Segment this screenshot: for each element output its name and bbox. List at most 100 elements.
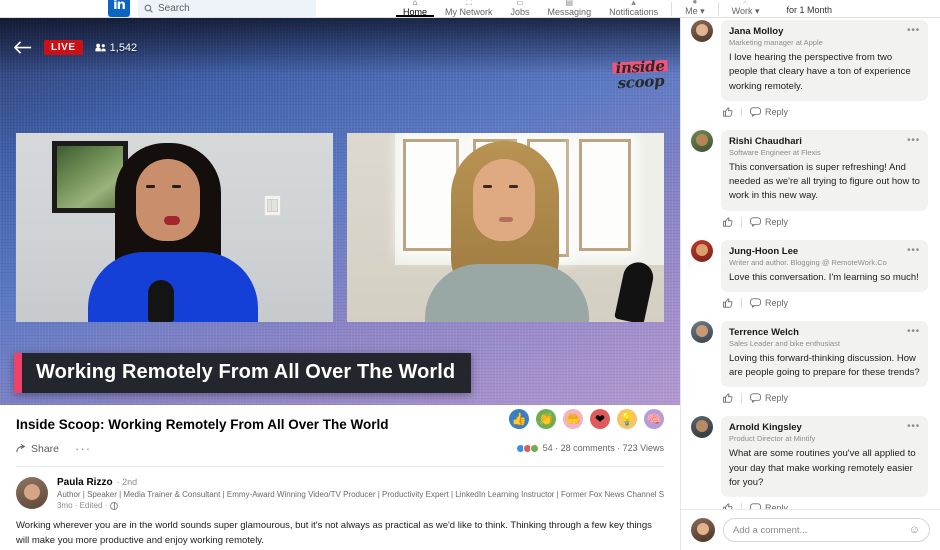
reply-icon <box>750 107 761 117</box>
comment-like-button[interactable] <box>723 216 733 227</box>
reaction-love-button[interactable]: ❤ <box>590 409 610 429</box>
post-more-menu[interactable]: ··· <box>75 441 91 456</box>
nav-item-my-network[interactable]: ⛶ My Network <box>436 0 502 17</box>
reply-label: Reply <box>765 106 789 117</box>
list-item: Jung-Hoon Lee ••• Writer and author. Blo… <box>691 239 928 308</box>
light-switch <box>264 195 281 216</box>
reply-label: Reply <box>765 393 789 404</box>
speaker-eye-right <box>509 185 518 188</box>
comment-author-subtitle: Sales Leader and bike enthusiast <box>729 338 840 348</box>
nav-item-me[interactable]: ● Me ▾ <box>676 0 714 17</box>
avatar[interactable] <box>691 129 713 152</box>
post-body-text: Working wherever you are in the world so… <box>16 520 652 546</box>
brand-line-2: scoop <box>617 71 665 93</box>
speaker-tiles <box>0 133 680 322</box>
reply-icon <box>750 298 761 308</box>
comment-bubble: Terrence Welch ••• Sales Leader and bike… <box>721 320 928 388</box>
speaker-eye-left <box>146 185 155 188</box>
nav-promo-text[interactable]: for 1 Month <box>787 5 833 17</box>
comment-author-name[interactable]: Jung-Hoon Lee <box>729 246 798 257</box>
reaction-like-button[interactable]: 👍 <box>509 409 529 429</box>
comment-like-button[interactable] <box>723 298 733 308</box>
comment-author-name[interactable]: Jana Molloy <box>729 26 783 37</box>
search-input[interactable]: Search <box>138 0 316 17</box>
speaker-torso <box>425 264 589 322</box>
linkedin-logo[interactable]: in <box>108 0 130 17</box>
action-divider <box>741 393 742 404</box>
avatar[interactable] <box>691 416 713 439</box>
comment-author-subtitle: Product Director at Mintify <box>729 434 816 444</box>
nav-items: ⌂ Home ⛶ My Network ▭ Jobs ▤ Messaging ▲… <box>394 0 832 17</box>
comment-more-menu[interactable]: ••• <box>907 326 920 337</box>
globe-icon <box>110 501 119 510</box>
action-divider <box>741 297 742 308</box>
comment-more-menu[interactable]: ••• <box>907 422 920 432</box>
add-comment-input[interactable]: Add a comment... ☺ <box>723 518 930 542</box>
network-icon: ⛶ <box>465 0 472 7</box>
comments-list[interactable]: Jana Molloy ••• Marketing manager at App… <box>681 0 940 509</box>
comment-reply-button[interactable]: Reply <box>750 393 788 403</box>
video-player[interactable]: LIVE 1,542 inside scoop Working Remotely… <box>0 18 680 405</box>
nav-item-messaging[interactable]: ▤ Messaging <box>539 0 601 17</box>
comment-reply-button[interactable]: Reply <box>750 298 788 308</box>
thumbs-up-icon <box>723 216 733 227</box>
reply-label: Reply <box>765 297 789 308</box>
comment-bubble: Rishi Chaudhari ••• Software Engineer at… <box>721 129 928 211</box>
reaction-insightful-button[interactable]: 💡 <box>617 409 637 429</box>
comment-more-menu[interactable]: ••• <box>907 135 920 146</box>
comment-author-name[interactable]: Rishi Chaudhari <box>729 136 802 147</box>
speaker-face <box>136 159 200 241</box>
current-user-avatar[interactable] <box>691 518 715 542</box>
post-meta: Inside Scoop: Working Remotely From All … <box>0 405 680 467</box>
section-divider <box>16 466 664 467</box>
nav-item-jobs[interactable]: ▭ Jobs <box>502 0 539 17</box>
speaker-mouth <box>164 216 180 225</box>
avatar[interactable] <box>691 239 713 262</box>
comment-header: Jana Molloy ••• <box>729 26 920 38</box>
emoji-icon[interactable]: ☺ <box>909 524 920 536</box>
avatar[interactable] <box>691 20 713 42</box>
comment-main: Rishi Chaudhari ••• Software Engineer at… <box>721 129 928 227</box>
comment-reply-button[interactable]: Reply <box>750 107 788 117</box>
jobs-icon: ▭ <box>516 0 524 7</box>
nav-label: Jobs <box>510 7 530 17</box>
comment-author-name[interactable]: Terrence Welch <box>729 327 799 338</box>
author-avatar[interactable] <box>16 477 48 509</box>
comment-like-button[interactable] <box>723 393 733 403</box>
comment-like-button[interactable] <box>723 107 733 117</box>
search-icon <box>144 4 153 13</box>
comment-text: I love hearing the perspective from two … <box>729 52 911 92</box>
nav-label-me: Me ▾ <box>685 6 705 16</box>
reaction-support-button[interactable]: 🤲 <box>563 409 583 429</box>
video-top-bar: LIVE 1,542 <box>14 40 137 55</box>
comment-text: What are some routines you've all applie… <box>729 448 916 488</box>
share-button[interactable]: Share <box>16 443 59 455</box>
avatar[interactable] <box>691 320 713 343</box>
comment-actions: Reply <box>721 106 928 117</box>
reaction-celebrate-button[interactable]: 👏 <box>536 409 556 429</box>
comment-bubble: Jung-Hoon Lee ••• Writer and author. Blo… <box>721 239 928 292</box>
comment-reply-button[interactable]: Reply <box>750 217 788 227</box>
engagement-stats[interactable]: 54 · 28 comments · 723 Views <box>515 443 664 453</box>
nav-item-work[interactable]: ⁙ Work ▾ <box>723 0 769 17</box>
viewers-icon <box>95 43 106 52</box>
author-name[interactable]: Paula Rizzo <box>57 477 113 488</box>
speaker-face <box>473 159 535 241</box>
caption-text: Working Remotely From All Over The World <box>22 353 472 393</box>
author-info: Paula Rizzo · 2nd Author | Speaker | Med… <box>57 477 664 510</box>
caption-accent-bar <box>14 353 22 393</box>
thumbs-up-icon <box>723 393 733 403</box>
grid-icon: ⁙ <box>742 0 749 6</box>
comment-more-menu[interactable]: ••• <box>907 245 920 256</box>
reaction-curious-button[interactable]: 🧠 <box>644 409 664 429</box>
nav-item-notifications[interactable]: ▲ Notifications <box>600 0 667 17</box>
inside-scoop-logo: inside scoop <box>612 56 669 93</box>
back-arrow-icon[interactable] <box>14 41 32 54</box>
comment-more-menu[interactable]: ••• <box>907 26 920 36</box>
speaker-mouth <box>499 217 513 222</box>
comment-author-name[interactable]: Arnold Kingsley <box>729 422 802 433</box>
nav-item-home[interactable]: ⌂ Home <box>394 0 436 17</box>
engagement-stats-text: 54 · 28 comments · 723 Views <box>542 443 664 453</box>
speaker-eye-right <box>172 185 181 188</box>
viewer-count: 1,542 <box>95 42 137 54</box>
